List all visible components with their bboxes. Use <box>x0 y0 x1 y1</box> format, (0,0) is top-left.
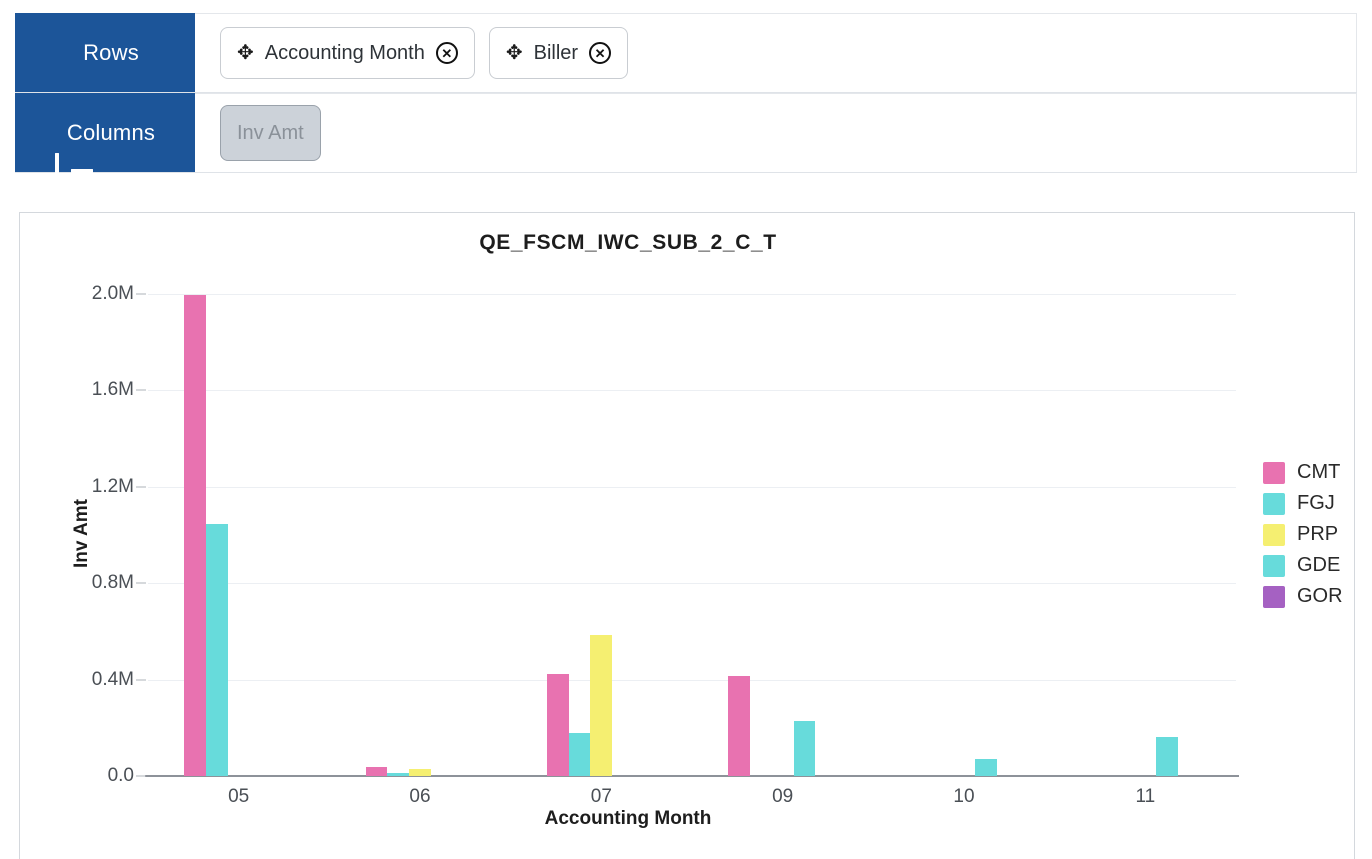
bar-gde-10[interactable] <box>974 759 997 776</box>
columns-shelf-label-text: Columns <box>66 119 156 145</box>
y-axis-tick-label: 1.6M <box>91 379 134 401</box>
rows-shelf-label[interactable]: Rows <box>15 13 195 173</box>
remove-icon[interactable]: ✕ <box>589 42 612 64</box>
bar-cmt-09[interactable] <box>728 676 751 776</box>
legend-label: FGJ <box>1297 492 1335 514</box>
bar-prp-07[interactable] <box>590 634 613 776</box>
x-axis-tick-label: 11 <box>1135 786 1156 807</box>
legend-item-prp[interactable]: PRP <box>1263 523 1343 546</box>
y-axis-tick-label: 0.8M <box>91 572 134 594</box>
y-axis-tick-mark <box>136 582 146 584</box>
y-axis-tick-mark <box>136 293 146 295</box>
rows-shelf: Rows ✥ Accounting Month ✕ ✥ Biller ✕ <box>15 13 1357 173</box>
chart-panel: QE_FSCM_IWC_SUB_2_C_T Inv Amt 0.0 0.4M 0.8… <box>19 212 1355 859</box>
gridline <box>148 486 1236 488</box>
rows-shelf-content[interactable]: ✥ Accounting Month ✕ ✥ Biller ✕ <box>195 13 1357 92</box>
legend-swatch <box>1263 492 1285 515</box>
x-axis-tick-label: 09 <box>772 786 794 807</box>
y-axis-tick-mark <box>136 486 146 488</box>
legend-swatch <box>1263 461 1285 484</box>
y-axis-tick-label: 0.0 <box>107 765 134 786</box>
bar-cmt-06[interactable] <box>365 767 388 776</box>
move-icon[interactable]: ✥ <box>506 43 523 63</box>
y-axis-tick-mark <box>136 389 146 391</box>
y-axis-tick-mark <box>136 679 146 681</box>
gridline <box>148 583 1236 585</box>
chart-title: QE_FSCM_IWC_SUB_2_C_T <box>479 231 777 254</box>
legend-item-gor[interactable]: GOR <box>1263 585 1343 608</box>
gridline <box>148 390 1236 392</box>
bar-cmt-07[interactable] <box>546 674 569 776</box>
x-axis-tick-label: 06 <box>409 786 431 807</box>
x-axis-tick-label: 05 <box>228 786 250 807</box>
x-axis-tick-label: 10 <box>953 786 975 807</box>
legend-label: PRP <box>1297 523 1339 545</box>
field-pill-label: Biller <box>533 41 579 64</box>
field-pill-biller[interactable]: ✥ Biller ✕ <box>488 27 629 79</box>
legend-label: CMT <box>1297 461 1341 483</box>
field-pill-accounting-month[interactable]: ✥ Accounting Month ✕ <box>220 27 475 79</box>
chart-legend: CMT FGJ PRP GDE GOR <box>1263 461 1343 608</box>
y-axis-tick-label: 0.4M <box>91 668 134 690</box>
columns-shelf-label[interactable]: Columns <box>15 93 195 173</box>
bar-prp-06[interactable] <box>409 769 431 776</box>
x-axis-line <box>145 775 1239 777</box>
field-pill-label: Accounting Month <box>264 41 425 64</box>
y-axis-tick-label: 2.0M <box>91 283 134 304</box>
measure-pill-label: Inv Amt <box>237 121 304 144</box>
x-axis-tick-label: 07 <box>590 786 612 807</box>
legend-swatch <box>1263 523 1285 546</box>
columns-shelf: Columns Inv Amt <box>15 93 1357 173</box>
legend-item-gde[interactable]: GDE <box>1263 554 1343 577</box>
x-axis-label: Accounting Month <box>544 808 712 829</box>
legend-label: GOR <box>1297 585 1343 607</box>
bar-fgj-05[interactable] <box>206 524 228 776</box>
measure-pill-inv-amt[interactable]: Inv Amt <box>220 105 321 161</box>
columns-shelf-content[interactable]: Inv Amt <box>195 93 1357 172</box>
y-axis-label: Inv Amt <box>71 499 92 568</box>
rows-shelf-label-text: Rows <box>83 39 139 65</box>
legend-swatch <box>1263 554 1285 577</box>
y-axis-tick-label: 1.2M <box>91 475 134 497</box>
legend-item-fgj[interactable]: FGJ <box>1263 492 1343 515</box>
shelf-area: Rows ✥ Accounting Month ✕ ✥ Biller ✕ Col… <box>15 13 1357 173</box>
legend-label: GDE <box>1297 554 1341 576</box>
legend-item-cmt[interactable]: CMT <box>1263 461 1343 484</box>
bar-fgj-07[interactable] <box>568 732 591 776</box>
plot-area: 0.0 0.4M 0.8M 1.2M 1.6M 2.0M 05 06 07 09 10 11 <box>92 283 1239 807</box>
legend-swatch <box>1263 585 1285 608</box>
bar-cmt-05[interactable] <box>184 295 207 776</box>
move-icon[interactable]: ✥ <box>237 43 254 63</box>
bar-gde-11[interactable] <box>1156 736 1178 776</box>
bar-gde-09[interactable] <box>793 720 816 776</box>
bar-fgj-06[interactable] <box>387 773 410 776</box>
y-axis-tick-mark <box>136 775 146 777</box>
remove-icon[interactable]: ✕ <box>435 42 458 64</box>
gridline <box>148 294 1236 295</box>
gridline <box>148 679 1236 681</box>
